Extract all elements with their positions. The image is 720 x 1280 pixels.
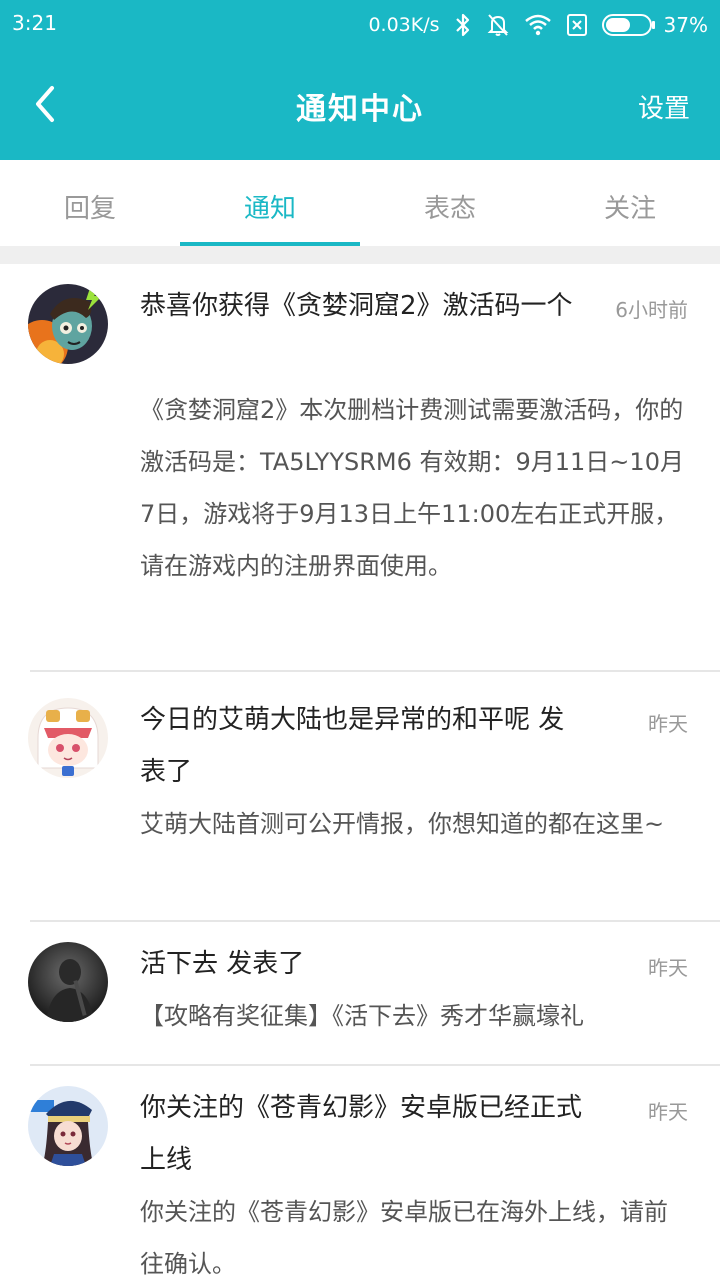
tab-follows[interactable]: 关注 (540, 160, 720, 246)
avatar[interactable] (28, 942, 108, 1022)
notification-time: 6小时前 (615, 298, 688, 322)
bluetooth-icon (454, 12, 472, 38)
notification-title: 活下去 发表了 (140, 949, 305, 979)
avatar[interactable] (28, 284, 108, 364)
notification-body: 艾萌大陆首测可公开情报，你想知道的都在这里~ (140, 810, 665, 838)
notification-item[interactable]: 今日的艾萌大陆也是异常的和平呢 发表了 昨天 艾萌大陆首测可公开情报，你想知道的… (0, 672, 720, 922)
tab-reply[interactable]: 回复 (0, 160, 180, 246)
avatar[interactable] (28, 1086, 108, 1166)
settings-button[interactable]: 设置 (638, 88, 690, 125)
mute-icon (486, 12, 510, 38)
notification-time: 昨天 (648, 1100, 688, 1124)
notification-body: 【攻略有奖征集】《活下去》秀才华赢壕礼 (140, 1002, 584, 1030)
notification-body: 你关注的《苍青幻影》安卓版已在海外上线，请前往确认。 (140, 1198, 668, 1278)
tab-reactions[interactable]: 表态 (360, 160, 540, 246)
notification-item[interactable]: 活下去 发表了 昨天 【攻略有奖征集】《活下去》秀才华赢壕礼 (0, 922, 720, 1066)
tab-bar: 回复 通知 表态 关注 (0, 160, 720, 246)
status-bar: 3:21 0.03K/s 37% (0, 0, 720, 50)
notification-item[interactable]: 恭喜你获得《贪婪洞窟2》激活码一个 6小时前 《贪婪洞窟2》本次删档计费测试需要… (0, 264, 720, 672)
notification-item[interactable]: 你关注的《苍青幻影》安卓版已经正式上线 昨天 你关注的《苍青幻影》安卓版已在海外… (0, 1066, 720, 1280)
notification-time: 昨天 (648, 712, 688, 736)
page-title: 通知中心 (296, 92, 424, 127)
notification-title: 恭喜你获得《贪婪洞窟2》激活码一个 (140, 291, 573, 321)
notification-title: 你关注的《苍青幻影》安卓版已经正式上线 (140, 1093, 583, 1175)
status-time: 3:21 (12, 11, 57, 35)
network-speed: 0.03K/s (368, 14, 440, 36)
battery-icon (601, 14, 655, 36)
notification-title: 今日的艾萌大陆也是异常的和平呢 发表了 (140, 705, 565, 787)
section-divider (0, 246, 720, 264)
battery-indicator: 37% (601, 13, 708, 37)
battery-percent: 37% (663, 13, 708, 37)
avatar[interactable] (28, 698, 108, 778)
sim-off-icon (566, 13, 588, 37)
wifi-icon (524, 14, 552, 36)
notification-body: 《贪婪洞窟2》本次删档计费测试需要激活码，你的激活码是：TA5LYYSRM6 有… (140, 396, 684, 580)
notification-list: 恭喜你获得《贪婪洞窟2》激活码一个 6小时前 《贪婪洞窟2》本次删档计费测试需要… (0, 264, 720, 1280)
app-bar: 通知中心 设置 (0, 50, 720, 160)
status-icons: 0.03K/s 37% (368, 8, 708, 42)
notification-time: 昨天 (648, 956, 688, 980)
tab-notifications[interactable]: 通知 (180, 160, 360, 246)
